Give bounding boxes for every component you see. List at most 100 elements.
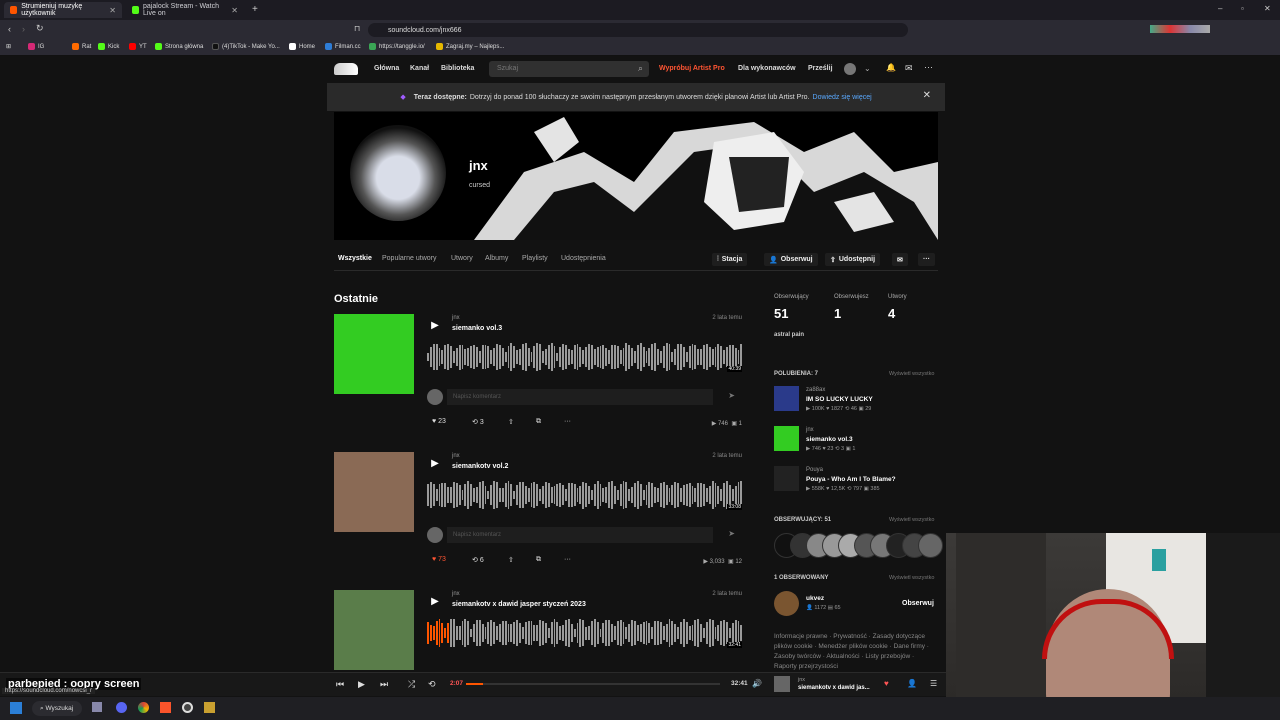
like-button[interactable]: ♥ 23 bbox=[432, 418, 446, 425]
liked-track-item[interactable]: za88ax IM SO LUCKY LUCKY ▶ 100K ♥ 1827 ⟲ 4… bbox=[774, 386, 938, 416]
player-artist[interactable]: jnx bbox=[798, 677, 805, 683]
nav-home[interactable]: Główna bbox=[374, 65, 399, 72]
bookmark-filman[interactable]: Filman.cc bbox=[325, 43, 361, 50]
user-avatar[interactable] bbox=[844, 63, 856, 75]
bookmark-icon[interactable]: ⊓ bbox=[354, 24, 360, 33]
tab-popular-tracks[interactable]: Popularne utwory bbox=[382, 255, 436, 262]
stat-value-following[interactable]: 1 bbox=[834, 306, 841, 321]
back-icon[interactable]: ‹ bbox=[8, 24, 11, 34]
liked-track-user[interactable]: za88ax bbox=[806, 387, 825, 393]
messages-icon[interactable]: ✉ bbox=[905, 63, 913, 74]
task-view-icon[interactable] bbox=[92, 702, 102, 712]
waveform[interactable] bbox=[427, 618, 743, 648]
waveform[interactable] bbox=[427, 342, 743, 372]
bookmark-rat[interactable]: Rat bbox=[72, 43, 91, 50]
comment-input[interactable]: Napisz komentarz bbox=[447, 527, 713, 543]
tab-albums[interactable]: Albumy bbox=[485, 255, 508, 262]
browser-tab-soundcloud[interactable]: Strumieniuj muzykę użytkownik ✕ bbox=[4, 2, 122, 18]
track-user[interactable]: jnx bbox=[452, 315, 460, 321]
learn-more-link[interactable]: Dowiedz się więcej bbox=[813, 94, 872, 101]
play-icon[interactable]: ▶ bbox=[427, 455, 443, 471]
notifications-bell-icon[interactable]: 🔔 bbox=[886, 63, 896, 72]
following-follow-button[interactable]: Obserwuj bbox=[902, 600, 934, 607]
apps-grid-icon[interactable]: ⊞ bbox=[6, 43, 11, 50]
likes-heading[interactable]: POLUBIENIA: 7 bbox=[774, 371, 818, 377]
message-button[interactable]: ✉ bbox=[892, 253, 908, 266]
bookmark-yt[interactable]: YT bbox=[129, 43, 147, 50]
tab-reposts[interactable]: Udostępnienia bbox=[561, 255, 606, 262]
share-button[interactable]: ⇧ bbox=[508, 556, 514, 564]
obs-icon[interactable] bbox=[182, 702, 193, 713]
bookmark-strona-glowna[interactable]: Strona główna bbox=[155, 43, 203, 50]
play-icon[interactable]: ▶ bbox=[427, 317, 443, 333]
windows-start-icon[interactable] bbox=[10, 702, 22, 714]
bookmark-home[interactable]: Home bbox=[289, 43, 315, 50]
new-tab-icon[interactable]: + bbox=[252, 4, 258, 15]
minimize-icon[interactable]: – bbox=[1218, 4, 1222, 13]
player-like-icon[interactable]: ♥ bbox=[884, 679, 889, 688]
bookmark-tanggle[interactable]: https://tanggle.io/ bbox=[369, 43, 425, 50]
browser-tab-kick[interactable]: pajalock Stream - Watch Live on ✕ bbox=[126, 2, 244, 18]
soundcloud-logo-icon[interactable] bbox=[334, 63, 358, 75]
liked-track-item[interactable]: Pouya Pouya - Who Am I To Blame? ▶ 558K ♥ … bbox=[774, 466, 938, 496]
more-button[interactable]: ··· bbox=[918, 253, 935, 266]
track-artwork[interactable] bbox=[334, 314, 414, 394]
comment-input[interactable]: Napisz komentarz bbox=[447, 389, 713, 405]
close-tab-icon[interactable]: ✕ bbox=[231, 6, 238, 15]
repost-button[interactable]: ⟲ 3 bbox=[472, 418, 484, 427]
chrome-icon[interactable] bbox=[138, 702, 149, 713]
bookmark-tiktok[interactable]: (4)TikTok - Make Yo... bbox=[212, 43, 280, 50]
share-button[interactable]: ⇧ Udostępnij bbox=[825, 253, 881, 266]
liked-track-user[interactable]: Pouya bbox=[806, 467, 823, 473]
player-progress-track[interactable] bbox=[466, 683, 720, 685]
track-artwork[interactable] bbox=[334, 590, 414, 670]
track-artwork[interactable] bbox=[334, 452, 414, 532]
copy-link-button[interactable]: ⧉ bbox=[536, 556, 541, 564]
repost-button[interactable]: ⟲ 6 bbox=[472, 556, 484, 565]
discord-icon[interactable] bbox=[116, 702, 127, 713]
nav-library[interactable]: Biblioteka bbox=[441, 65, 474, 72]
likes-view-all-link[interactable]: Wyświetl wszystko bbox=[889, 371, 934, 377]
brave-icon[interactable] bbox=[160, 702, 171, 713]
following-view-all-link[interactable]: Wyświetl wszystko bbox=[889, 575, 934, 581]
track-user[interactable]: jnx bbox=[452, 453, 460, 459]
url-bar[interactable]: soundcloud.com/jnx666 bbox=[368, 23, 908, 37]
extension-icons[interactable] bbox=[1150, 25, 1210, 33]
liked-track-artwork[interactable] bbox=[774, 426, 799, 451]
previous-icon[interactable]: ⏮ bbox=[336, 679, 344, 690]
track-more-button[interactable]: ··· bbox=[564, 556, 571, 563]
track-more-button[interactable]: ··· bbox=[564, 418, 571, 425]
track-title[interactable]: siemanko vol.3 bbox=[452, 325, 502, 332]
send-icon[interactable]: ➤ bbox=[728, 529, 735, 538]
more-options-icon[interactable]: ··· bbox=[924, 62, 933, 72]
nav-feed[interactable]: Kanał bbox=[410, 65, 429, 72]
stat-value-tracks[interactable]: 4 bbox=[888, 306, 895, 321]
liked-track-title[interactable]: siemanko vol.3 bbox=[806, 436, 853, 443]
volume-icon[interactable]: 🔊 bbox=[752, 679, 762, 688]
copy-link-button[interactable]: ⧉ bbox=[536, 418, 541, 426]
track-title[interactable]: siemankotv x dawid jasper styczeń 2023 bbox=[452, 601, 586, 608]
queue-icon[interactable]: ☰ bbox=[930, 679, 937, 688]
close-tab-icon[interactable]: ✕ bbox=[109, 6, 116, 15]
app-icon[interactable] bbox=[204, 702, 215, 713]
repeat-icon[interactable]: ⟲ bbox=[428, 679, 436, 690]
following-avatar[interactable] bbox=[774, 591, 799, 616]
tab-playlists[interactable]: Playlisty bbox=[522, 255, 548, 262]
bookmark-ig[interactable]: IG bbox=[28, 43, 44, 50]
track-title[interactable]: siemankotv vol.2 bbox=[452, 463, 508, 470]
liked-track-title[interactable]: IM SO LUCKY LUCKY bbox=[806, 396, 873, 403]
player-title[interactable]: siemankotv x dawid jas... bbox=[798, 685, 870, 691]
follow-button[interactable]: 👤 Obserwuj bbox=[764, 253, 818, 266]
play-icon[interactable]: ▶ bbox=[427, 593, 443, 609]
maximize-icon[interactable]: ▫ bbox=[1241, 4, 1244, 13]
forward-icon[interactable]: › bbox=[22, 24, 25, 34]
followers-view-all-link[interactable]: Wyświetl wszystko bbox=[889, 517, 934, 523]
liked-track-item[interactable]: jnx siemanko vol.3 ▶ 746 ♥ 23 ⟲ 3 ▣ 1 bbox=[774, 426, 938, 456]
taskbar-search[interactable]: ⌕ Wyszukaj bbox=[32, 701, 82, 716]
close-banner-icon[interactable]: ✕ bbox=[923, 90, 931, 101]
liked-track-title[interactable]: Pouya - Who Am I To Blame? bbox=[806, 476, 896, 483]
try-artist-pro-link[interactable]: Wypróbuj Artist Pro bbox=[659, 65, 725, 72]
liked-track-artwork[interactable] bbox=[774, 386, 799, 411]
bookmark-zagraj[interactable]: Zagraj.my – Najleps... bbox=[436, 43, 504, 50]
following-heading[interactable]: 1 OBSERWOWANY bbox=[774, 575, 829, 581]
